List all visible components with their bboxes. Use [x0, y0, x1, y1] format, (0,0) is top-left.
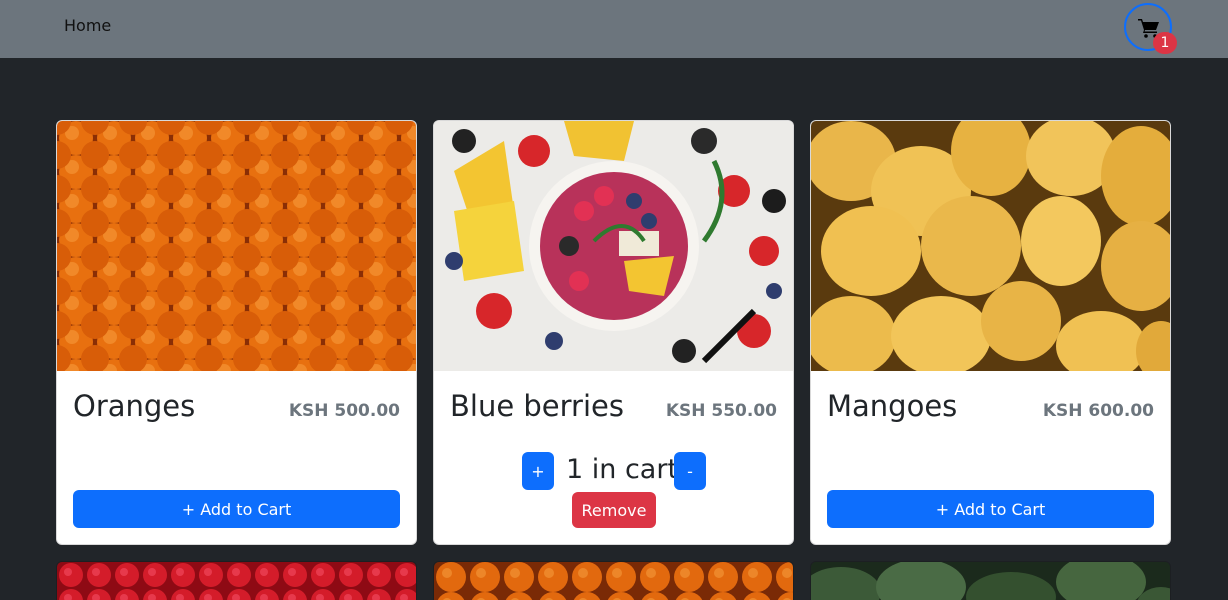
product-price: KSH 600.00: [1042, 401, 1154, 421]
avocados-image: [811, 562, 1170, 600]
mangoes-image: [811, 121, 1170, 371]
add-to-cart-button[interactable]: + Add to Cart: [73, 490, 400, 528]
product-name: Blue berries: [450, 389, 624, 423]
remove-from-cart-button[interactable]: Remove: [572, 492, 656, 528]
decrease-quantity-button[interactable]: -: [674, 452, 706, 490]
product-card-partial: [810, 561, 1171, 600]
cart-count-badge: 1: [1153, 32, 1177, 54]
product-card-blueberries: Blue berries KSH 550.00 + 1 in cart - Re…: [433, 120, 794, 545]
product-name: Mangoes: [827, 389, 958, 423]
increase-quantity-button[interactable]: +: [522, 452, 554, 490]
product-card-partial: [433, 561, 794, 600]
tangerines-image: [434, 562, 793, 600]
product-name: Oranges: [73, 389, 196, 423]
quantity-controls: + 1 in cart -: [434, 452, 793, 490]
product-card-mangoes: Mangoes KSH 600.00 + Add to Cart: [810, 120, 1171, 545]
navbar: Home 1: [0, 0, 1228, 58]
product-card-oranges: Oranges KSH 500.00 + Add to Cart: [56, 120, 417, 545]
raspberries-image: [57, 562, 416, 600]
nav-home-link[interactable]: Home: [64, 16, 111, 35]
in-cart-count: 1 in cart: [566, 454, 679, 485]
product-price: KSH 500.00: [288, 401, 400, 421]
product-card-partial: [56, 561, 417, 600]
product-price: KSH 550.00: [665, 401, 777, 421]
blueberries-image: [434, 121, 793, 371]
oranges-image: [57, 121, 416, 371]
add-to-cart-button[interactable]: + Add to Cart: [827, 490, 1154, 528]
